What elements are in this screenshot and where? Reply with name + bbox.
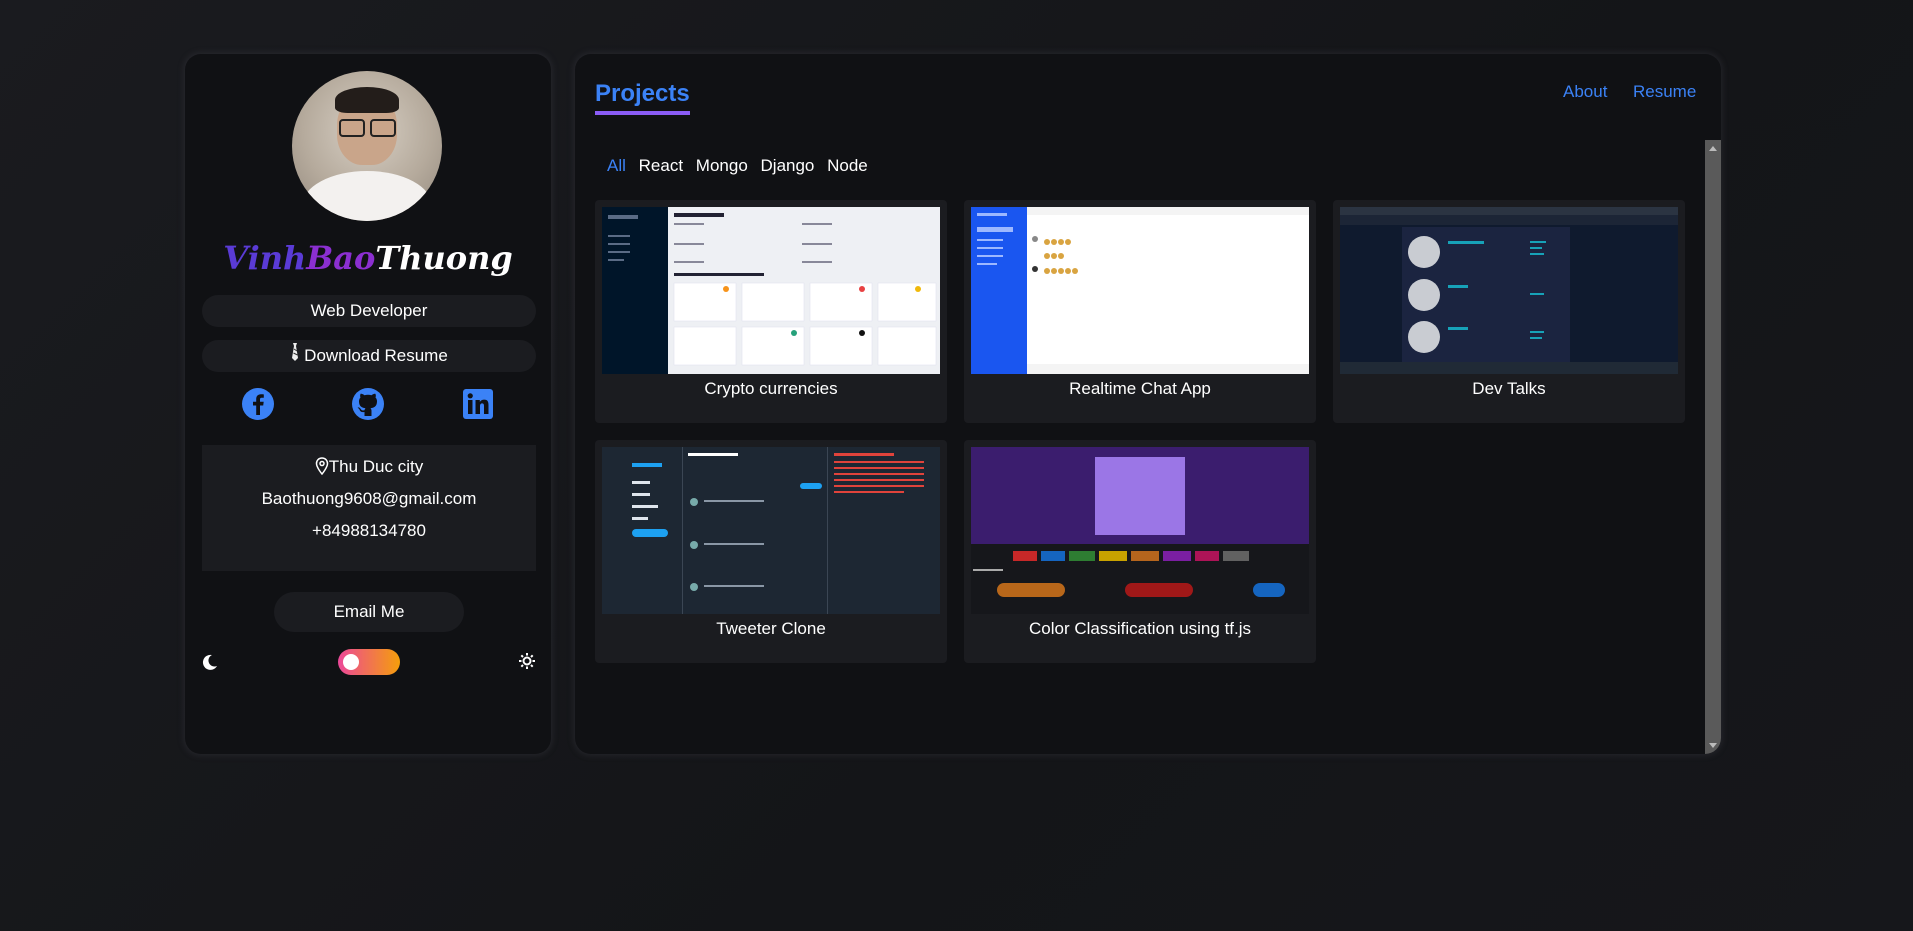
project-title: Dev Talks — [1472, 379, 1546, 398]
location-row: Thu Duc city — [202, 451, 536, 483]
filter-react[interactable]: React — [639, 156, 683, 175]
filter-all[interactable]: All — [607, 156, 626, 175]
scrollbar[interactable] — [1705, 140, 1721, 754]
map-pin-icon — [315, 454, 329, 486]
toggle-knob — [343, 654, 359, 670]
project-thumbnail-chat — [971, 207, 1309, 374]
filter-node[interactable]: Node — [827, 156, 868, 175]
contact-info: Thu Duc city Baothuong9608@gmail.com +84… — [202, 445, 536, 571]
profile-name: VinhBaoThuong — [223, 239, 513, 277]
project-thumbnail-crypto — [602, 207, 940, 374]
email-text: Baothuong9608@gmail.com — [261, 489, 477, 508]
tie-icon — [290, 341, 300, 373]
email-me-button[interactable]: Email Me — [274, 592, 464, 632]
filter-django[interactable]: Django — [761, 156, 815, 175]
scroll-down-arrow-icon[interactable] — [1709, 743, 1717, 748]
nav-about[interactable]: About — [1563, 82, 1607, 102]
projects-panel: Projects About Resume All React Mongo Dj… — [575, 54, 1721, 754]
project-thumbnail-devtalks — [1340, 207, 1678, 374]
linkedin-icon[interactable] — [461, 387, 495, 421]
download-resume-button[interactable]: Download Resume — [202, 340, 536, 372]
project-title: Tweeter Clone — [716, 619, 826, 638]
avatar — [292, 71, 442, 221]
role-badge: Web Developer — [202, 295, 536, 327]
project-title: Color Classification using tf.js — [1028, 619, 1252, 638]
scroll-up-arrow-icon[interactable] — [1709, 146, 1717, 151]
page-title: Projects — [595, 80, 690, 115]
filter-mongo[interactable]: Mongo — [696, 156, 748, 175]
project-thumbnail-tweeter — [602, 447, 940, 614]
project-card[interactable]: Realtime Chat App — [964, 200, 1316, 423]
moon-icon — [201, 653, 219, 676]
project-card[interactable]: Crypto currencies — [595, 200, 947, 423]
project-card[interactable]: Tweeter Clone — [595, 440, 947, 663]
social-links — [185, 387, 551, 427]
theme-toggle[interactable] — [338, 649, 400, 675]
sun-icon — [518, 652, 536, 675]
profile-sidebar: VinhBaoThuong Web Developer Download Res… — [185, 54, 551, 754]
project-title: Realtime Chat App — [1069, 379, 1211, 398]
project-card[interactable]: Color Classification using tf.js — [964, 440, 1316, 663]
phone-text: +84988134780 — [312, 521, 426, 540]
project-card[interactable]: Dev Talks — [1333, 200, 1685, 423]
project-title: Crypto currencies — [704, 379, 838, 398]
project-thumbnail-color — [971, 447, 1309, 614]
github-icon[interactable] — [351, 387, 385, 421]
filter-bar: All React Mongo Django Node — [607, 156, 876, 176]
nav-resume[interactable]: Resume — [1633, 82, 1696, 102]
facebook-icon[interactable] — [241, 387, 275, 421]
